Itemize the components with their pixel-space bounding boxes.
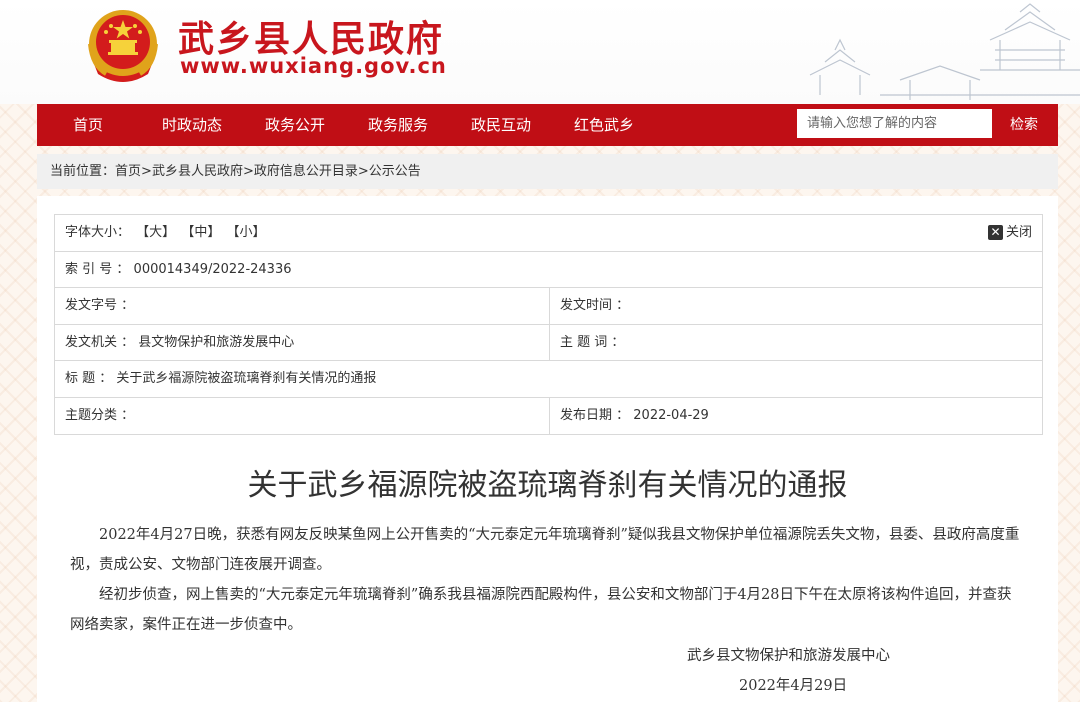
font-size-label: 字体大小： <box>65 225 131 240</box>
nav-item-red-wuxiang[interactable]: 红色武乡 <box>564 104 644 146</box>
publish-date-label: 发布日期 ： <box>560 407 630 423</box>
search-button[interactable]: 检索 <box>999 104 1049 146</box>
nav-item-interaction[interactable]: 政民互动 <box>461 104 541 146</box>
breadcrumb-separator: > <box>242 164 254 179</box>
search-input[interactable] <box>797 109 992 138</box>
breadcrumb-label: 当前位置： <box>50 164 116 179</box>
main-nav: 首页 时政动态 政务公开 政务服务 政民互动 红色武乡 检索 <box>37 104 1058 146</box>
title-value: 关于武乡福源院被盗琉璃脊刹有关情况的通报 <box>116 371 377 386</box>
category-label: 主题分类 ： <box>65 407 135 423</box>
keywords-label: 主 题 词 ： <box>560 334 625 350</box>
nav-item-gov-disclosure[interactable]: 政务公开 <box>255 104 335 146</box>
close-button[interactable]: ✕ 关闭 <box>987 215 1032 251</box>
breadcrumb-link-catalog[interactable]: 政府信息公开目录 <box>254 164 358 179</box>
breadcrumb-separator: > <box>357 164 369 179</box>
breadcrumb: 当前位置：首页>武乡县人民政府>政府信息公开目录>公示公告 <box>37 154 1058 189</box>
breadcrumb-link-home[interactable]: 首页 <box>115 164 141 179</box>
close-label[interactable]: 关闭 <box>1006 215 1032 251</box>
article-paragraph: 2022年4月27日晚，获悉有网友反映某鱼网上公开售卖的“大元泰定元年琉璃脊刹”… <box>70 527 1020 573</box>
font-size-large-button[interactable]: 【大】 <box>136 225 175 240</box>
nav-item-gov-services[interactable]: 政务服务 <box>358 104 438 146</box>
index-value: 000014349/2022-24336 <box>133 261 292 277</box>
national-emblem-icon <box>88 10 158 82</box>
index-row: 索 引 号 ： 000014349/2022-24336 <box>55 252 1042 288</box>
article-date: 2022年4月29日 <box>739 678 848 694</box>
publish-date-value: 2022-04-29 <box>633 407 709 423</box>
article-signature: 武乡县文物保护和旅游发展中心 <box>687 648 890 664</box>
issue-time-label: 发文时间 ： <box>560 298 630 313</box>
breadcrumb-link-gov[interactable]: 武乡县人民政府 <box>152 164 243 179</box>
breadcrumb-separator: > <box>141 164 152 179</box>
close-icon[interactable]: ✕ <box>987 225 1003 241</box>
nav-item-news[interactable]: 时政动态 <box>152 104 232 146</box>
index-label: 索 引 号 ： <box>65 261 130 277</box>
doc-no-label: 发文字号 ： <box>65 298 135 313</box>
site-header: 武乡县人民政府 www.wuxiang.gov.cn <box>0 0 1080 104</box>
category-row: 主题分类 ： 发布日期 ： 2022-04-29 <box>55 397 1042 434</box>
issuer-row: 发文机关 ： 县文物保护和旅游发展中心 主 题 词 ： <box>55 324 1042 361</box>
article-paragraph: 经初步侦查，网上售卖的“大元泰定元年琉璃脊刹”确系我县福源院西配殿构件，县公安和… <box>70 587 1012 633</box>
main-content: 字体大小： 【大】 【中】 【小】 ✕ 关闭 索 引 号 ： 000014349… <box>37 196 1058 702</box>
site-url: www.wuxiang.gov.cn <box>180 54 447 78</box>
architecture-skyline-icon <box>809 3 1080 100</box>
article-title: 关于武乡福源院被盗琉璃脊刹有关情况的通报 <box>247 468 848 503</box>
title-row: 标 题 ： 关于武乡福源院被盗琉璃脊刹有关情况的通报 <box>55 361 1042 398</box>
font-size-small-button[interactable]: 【小】 <box>226 225 265 240</box>
issuer-label: 发文机关 ： <box>65 334 135 350</box>
breadcrumb-link-notices[interactable]: 公示公告 <box>369 164 421 179</box>
issuer-value: 县文物保护和旅游发展中心 <box>138 334 295 350</box>
title-label: 标 题 ： <box>65 371 113 386</box>
doc-no-row: 发文字号 ： 发文时间 ： <box>55 288 1042 325</box>
info-table: 字体大小： 【大】 【中】 【小】 ✕ 关闭 索 引 号 ： 000014349… <box>54 214 1043 435</box>
font-size-medium-button[interactable]: 【中】 <box>181 225 220 240</box>
nav-item-home[interactable]: 首页 <box>57 104 119 146</box>
font-size-row: 字体大小： 【大】 【中】 【小】 ✕ 关闭 <box>55 215 1042 252</box>
